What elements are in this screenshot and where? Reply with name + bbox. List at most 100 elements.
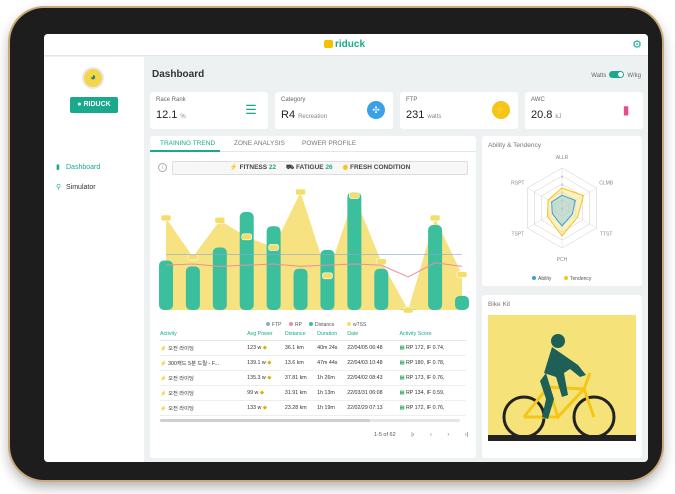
first-page-icon[interactable]: |‹ xyxy=(411,432,414,438)
table-row[interactable]: ⚡ 오전 라이딩 99 w ◆ 31.91 km 1h 13m 22/03/31 06:… xyxy=(160,385,466,401)
power-badge-icon: ◆ xyxy=(265,359,272,366)
legend-label: Tendency xyxy=(570,276,592,282)
ride-icon: ⚡ xyxy=(160,405,169,412)
radar-axis-label: CLMB xyxy=(599,181,614,187)
power-badge-icon: ◆ xyxy=(261,404,267,411)
wtss-point xyxy=(456,271,468,278)
legend-label: Distance xyxy=(315,322,335,328)
wtss-area xyxy=(166,192,462,310)
gear-icon[interactable]: ⚙ xyxy=(632,38,642,51)
legend-marker xyxy=(266,322,270,326)
power-badge-icon: ◆ xyxy=(258,389,264,396)
active-tab-indicator xyxy=(150,150,220,152)
radar-ring-label: 4 xyxy=(561,174,564,179)
cell-value: 300캐드 5분 드릴 - F... xyxy=(168,360,219,367)
cell-value: 40m 24s xyxy=(317,344,338,351)
chart-tabs: TRAINING TREND ZONE ANALYSIS POWER PROFI… xyxy=(150,136,476,152)
avatar[interactable]: ◕ xyxy=(82,67,104,89)
legend-marker xyxy=(309,322,313,326)
fatigue-icon: ⛟ xyxy=(285,164,295,171)
horizontal-scrollbar[interactable] xyxy=(160,419,460,422)
cell-value: 22/04/02 08:43 xyxy=(347,374,383,381)
toggle-switch[interactable] xyxy=(609,71,625,78)
prev-page-icon[interactable]: ‹ xyxy=(430,432,432,438)
cell-value: 오전 라이딩 xyxy=(168,375,194,382)
scrollbar-thumb[interactable] xyxy=(160,419,370,422)
next-page-icon[interactable]: › xyxy=(447,432,449,438)
main-content: Dashboard Watts W/kg Race Rank 12.1% ☰ Ca… xyxy=(150,57,645,462)
wtss-point xyxy=(375,258,387,265)
table-row[interactable]: ⚡ 오전 라이딩 133 w ◆ 23.28 km 1h 19m 22/02/29 07… xyxy=(160,400,466,416)
user-button[interactable]: ● RIDUCK xyxy=(70,97,118,113)
cell-value: 22/02/29 07:13 xyxy=(347,404,383,411)
wtss-point xyxy=(241,233,253,241)
ability-panel: Ability & Tendency ALLR CLMB TTST PCH TSPT RS… xyxy=(482,136,642,286)
tab-zone-analysis[interactable]: ZONE ANALYSIS xyxy=(234,140,285,147)
radar-axis-label: PCH xyxy=(557,257,568,263)
radar-axis-label: RSPT xyxy=(511,181,524,187)
radar-ring-label: 3 xyxy=(561,182,564,187)
distance-bar xyxy=(320,249,335,310)
legend-label: wTSS xyxy=(353,322,367,328)
distance-bar xyxy=(239,212,254,310)
wtss-point xyxy=(160,214,172,222)
cell-value: RP 172, IF 0.74, xyxy=(405,344,445,351)
cell-value: 22/03/31 06:08 xyxy=(347,389,383,396)
cell-value: 139.1 w xyxy=(247,359,266,366)
cell-value: RP 172, IF 0.76, xyxy=(405,404,445,411)
cell-value: RP 173, IF 0.76, xyxy=(405,374,445,381)
table-row[interactable]: ⚡ 300캐드 5분 드릴 - F... 139.1 w ◆ 13.6 km 47m … xyxy=(160,355,466,371)
app-logo[interactable]: riduck xyxy=(324,39,365,50)
race-rank-card: Race Rank 12.1% ☰ xyxy=(150,92,268,129)
bike-kit-panel: Bike Kit xyxy=(482,295,642,458)
ride-icon: ⚡ xyxy=(160,360,169,367)
page-title: Dashboard xyxy=(152,69,205,80)
radar-axis-label: TTST xyxy=(600,232,613,238)
table-row[interactable]: ⚡ 오전 라이딩 135.3 w ◆ 37.81 km 1h 26m 22/04/02 … xyxy=(160,370,466,386)
awc-card: AWC 20.8 kJ ▮ xyxy=(525,92,643,129)
info-icon[interactable]: i xyxy=(158,163,167,172)
column-header[interactable]: Distance xyxy=(284,329,318,341)
legend-label: RP xyxy=(295,322,303,328)
table-row[interactable]: ⚡ 오전 라이딩 123 w ◆ 36.1 km 40m 24s 22/04/05 06… xyxy=(160,340,466,356)
cell-value: 99 w xyxy=(247,389,259,396)
wtss-point xyxy=(214,217,226,224)
tab-power-profile[interactable]: POWER PROFILE xyxy=(302,140,356,147)
table-body: ⚡ 오전 라이딩 123 w ◆ 36.1 km 40m 24s 22/04/05 06… xyxy=(160,340,466,416)
legend-marker xyxy=(532,276,536,280)
wtss-point xyxy=(268,244,279,251)
legend-marker xyxy=(347,322,351,326)
cell-value: 13.6 km xyxy=(284,359,304,366)
tab-training-trend[interactable]: TRAINING TREND xyxy=(160,140,215,147)
ability-radar-chart: ALLRCLMBTTSTPCHTSPTRSPT43210Ability Tende… xyxy=(511,155,614,282)
column-header[interactable]: Activity xyxy=(160,329,248,341)
distance-bar xyxy=(293,268,308,310)
distance-bar xyxy=(428,225,443,310)
duck-logo-icon xyxy=(324,40,333,48)
list-icon: ☰ xyxy=(245,102,257,117)
ride-icon: ⚡ xyxy=(160,375,169,382)
column-header[interactable]: Avg Power xyxy=(247,329,285,341)
column-header[interactable]: Date xyxy=(347,329,400,341)
distance-bar xyxy=(159,260,173,310)
sidebar-item-dashboard[interactable]: ▮ Dashboard xyxy=(56,163,100,171)
column-header[interactable]: Activity Score xyxy=(399,329,466,341)
cell-value: 1h 19m xyxy=(317,404,335,411)
cell-value: RP 134, IF 0.59, xyxy=(405,389,445,396)
ftp-card: FTP 231 watts ⚡ xyxy=(400,92,518,129)
training-panel: TRAINING TREND ZONE ANALYSIS POWER PROFI… xyxy=(150,136,476,458)
column-header[interactable]: Duration xyxy=(317,329,348,341)
cell-value: 1h 26m xyxy=(317,374,335,381)
pagination: 1-5 of 62 |‹ ‹ › ›| xyxy=(373,432,468,438)
sidebar-item-simulator[interactable]: ⚲ Simulator xyxy=(56,183,96,191)
distance-bar xyxy=(455,295,469,310)
last-page-icon[interactable]: ›| xyxy=(465,432,468,438)
legend-label: Ability xyxy=(538,276,552,282)
dashboard-icon: ▮ xyxy=(56,164,60,171)
user-icon: ● xyxy=(77,101,82,108)
condition-summary: ⚡ FITNESS 22 ⛟ FATIGUE 26 ◉ FRESH CONDIT… xyxy=(172,161,468,175)
distance-bar xyxy=(185,266,200,310)
lightning-icon: ⚡ xyxy=(492,101,510,119)
unit-toggle[interactable]: Watts W/kg xyxy=(591,71,641,79)
radar-axis-label: TSPT xyxy=(511,232,524,238)
